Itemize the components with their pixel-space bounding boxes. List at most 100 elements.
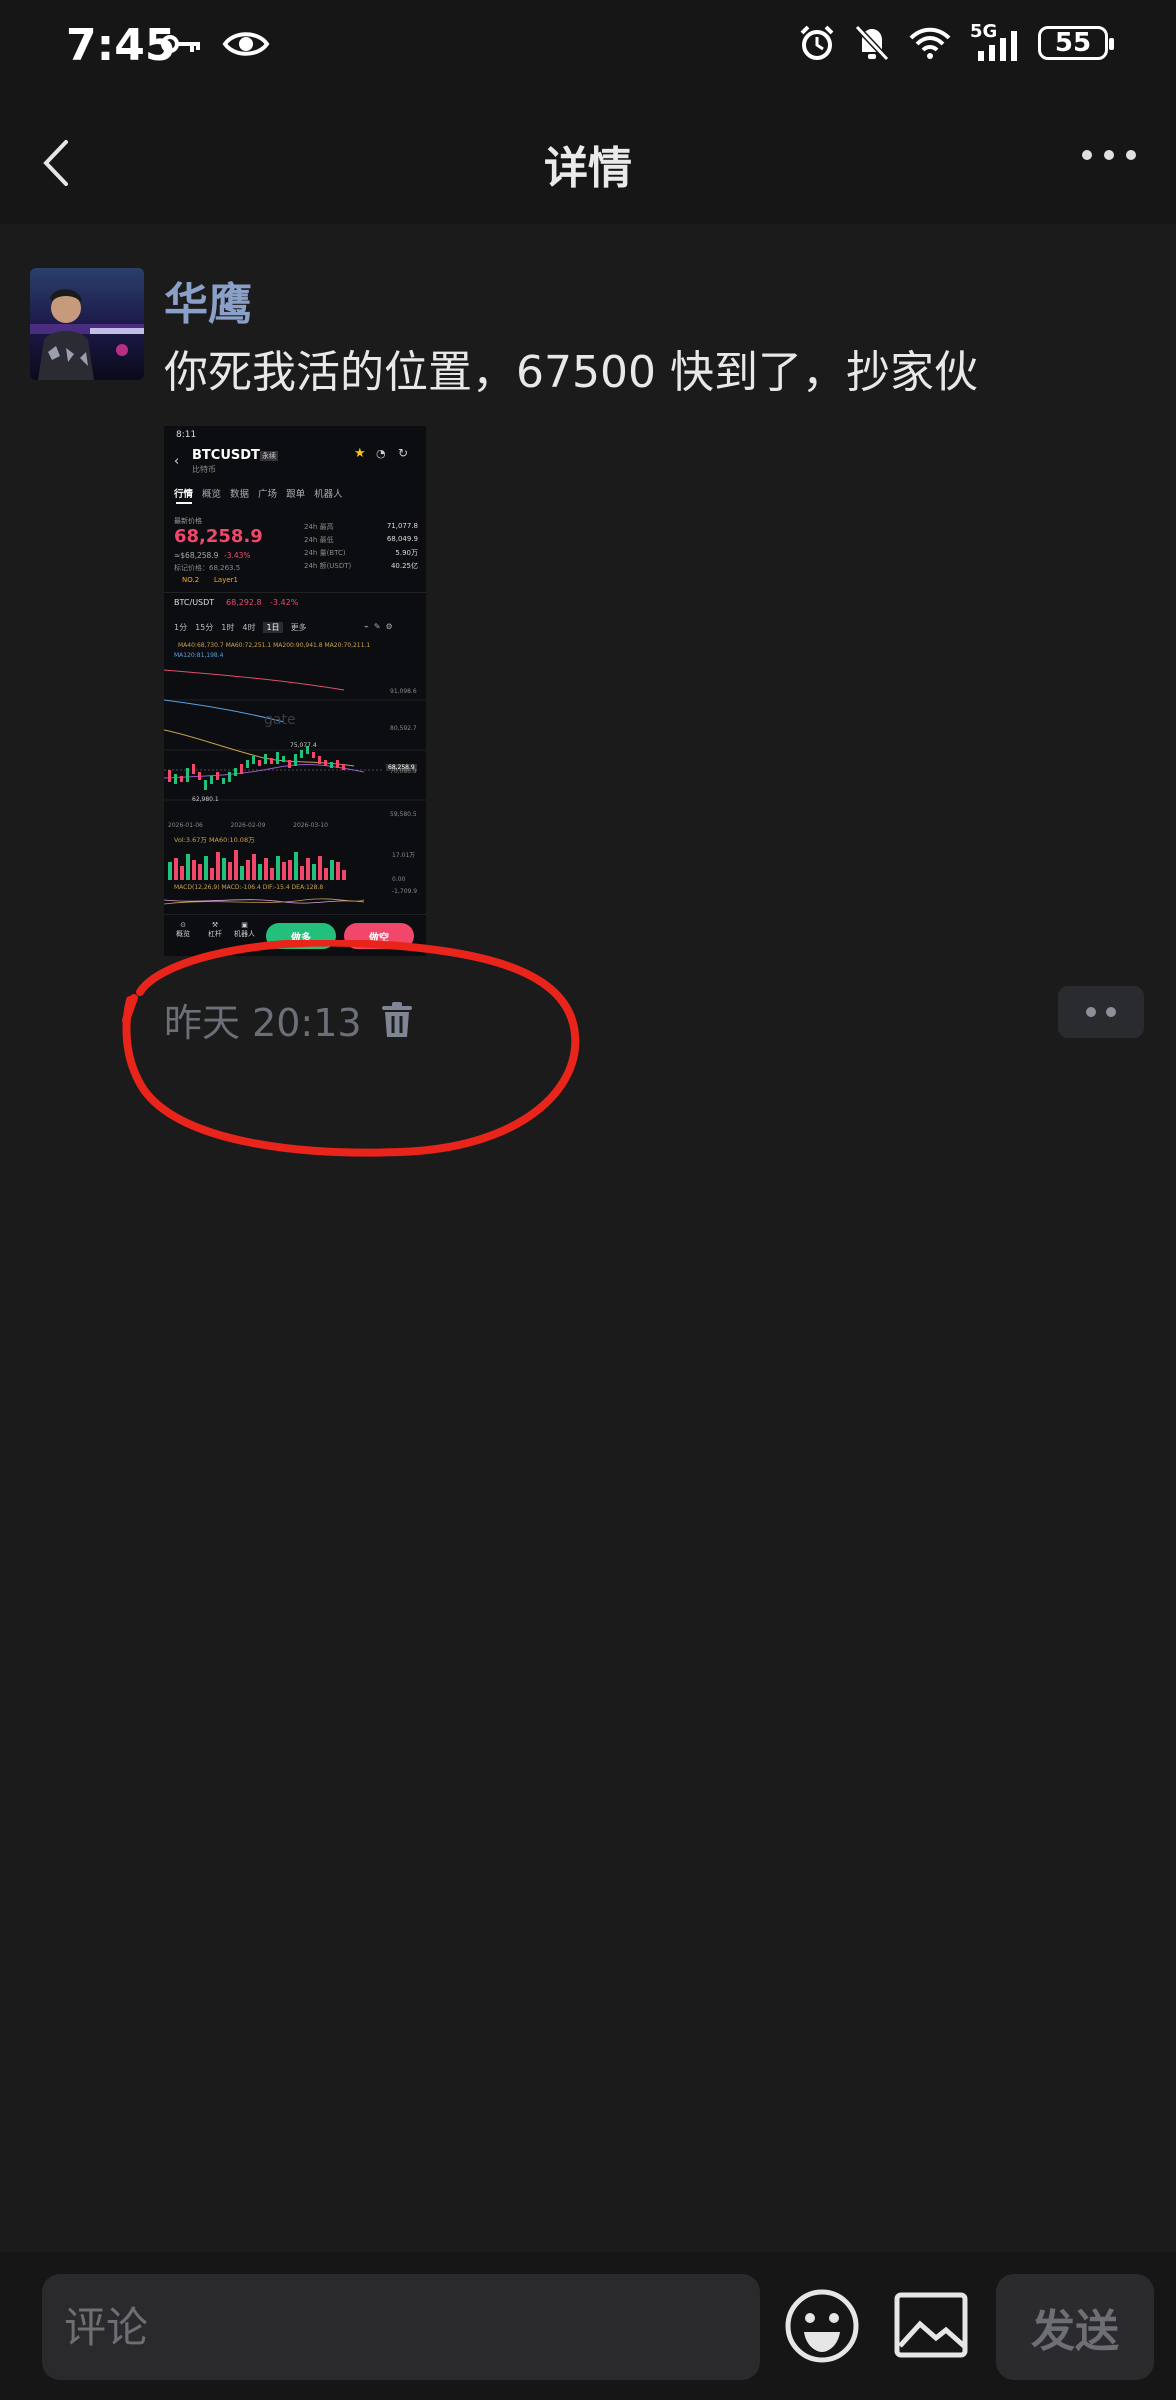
shot-tab: 数据 — [230, 489, 250, 500]
shot-stat-label: 24h 最高 — [304, 523, 334, 531]
shot-timeframe: 1分 — [174, 623, 188, 632]
cellular-icon: 5G — [970, 21, 1020, 61]
shot-volume-bar — [270, 868, 274, 880]
mute-bell-icon — [854, 24, 890, 62]
shot-perp-tag: 永续 — [260, 451, 278, 461]
shot-stat-label: 24h 量(BTC) — [304, 549, 346, 557]
shot-volume-bar — [282, 862, 286, 880]
shot-stat-row: 24h 额(USDT) 40.25亿 — [304, 561, 418, 571]
shot-status-time: 8:11 — [176, 430, 197, 440]
shot-volume-bar — [180, 866, 184, 880]
emoji-icon[interactable] — [784, 2288, 860, 2364]
page-title: 详情 — [544, 143, 632, 194]
post-image[interactable]: 8:11 ‹ BTCUSDT 永续 比特币 ★ ◔ ↻ 行情 概览 数据 广场 跟单 机器… — [164, 426, 426, 956]
shot-date-tick: 2026-03-10 — [293, 822, 328, 829]
shot-stat-value: 71,077.8 — [386, 522, 418, 530]
shot-volume-bar — [294, 852, 298, 880]
shot-candlestick-chart — [164, 669, 426, 801]
shot-bell-icon: ◔ — [376, 447, 386, 460]
shot-axis-tick: 91,098.6 — [390, 688, 417, 695]
shot-stat-value: 68,049.9 — [386, 535, 418, 543]
shot-volume-bar — [228, 862, 232, 880]
shot-volume-bar — [300, 866, 304, 880]
shot-tab: 广场 — [258, 489, 278, 500]
shot-change: -3.43% — [224, 551, 251, 560]
shot-timeframe: 1时 — [221, 623, 235, 632]
shot-vol-axis: 17.01万 0.00 — [392, 844, 415, 892]
shot-stat-row: 24h 最高 71,077.8 — [304, 522, 418, 532]
shot-coin-name: 比特币 — [192, 465, 216, 474]
shot-volume-bar — [192, 860, 196, 880]
shot-timeframe: 更多 — [290, 623, 307, 632]
key-icon — [161, 35, 200, 53]
shot-spot-price: 68,292.8 — [226, 598, 262, 607]
shot-macd-label: MACD(12,26,9) MACD:-106.4 DIF:-15.4 DEA:… — [174, 884, 324, 891]
shot-axis-tick: 70,086.9 — [390, 768, 417, 775]
shot-volume-bar — [210, 868, 214, 880]
shot-volume-bar — [306, 858, 310, 880]
shot-date-tick: 2026-01-06 — [168, 822, 203, 829]
shot-vol-tick: 17.01万 — [392, 852, 416, 859]
shot-leverage-nav: ⚒ 杠杆 — [208, 921, 222, 938]
shot-spot-pair: BTC/USDT — [174, 598, 215, 607]
author-name[interactable]: 华鹰 — [164, 268, 252, 332]
shot-last-price-label: 最新价格 — [174, 517, 202, 525]
shot-star-icon: ★ — [354, 446, 366, 461]
shot-volume-bar — [222, 858, 226, 880]
shot-macd-axis: -1,709.9 — [392, 888, 417, 895]
shot-volume-bar — [186, 854, 190, 880]
eye-icon — [222, 32, 270, 56]
status-bar: 7:45 5G 55 — [0, 0, 1176, 100]
shot-timeframe: 4时 — [242, 623, 256, 632]
shot-pair: BTCUSDT — [192, 448, 260, 463]
shot-price-sub: ≈$68,258.9 — [174, 551, 219, 560]
shot-timeframe: 15分 — [195, 623, 214, 632]
shot-stat-row: 24h 量(BTC) 5.90万 — [304, 548, 418, 558]
shot-volume-bar — [246, 860, 250, 880]
shot-overview-nav: ⊙ 概览 — [176, 921, 190, 938]
post-more-button[interactable] — [1058, 986, 1144, 1038]
shot-volume-bar — [204, 856, 208, 880]
status-right-icons: 5G 55 — [798, 21, 1114, 62]
status-left-icons — [160, 28, 270, 60]
shot-layer-tag: Layer1 — [214, 576, 238, 584]
shot-volume-bar — [258, 864, 262, 880]
shot-volume-bar — [264, 858, 268, 880]
send-button[interactable]: 发送 — [996, 2274, 1154, 2380]
shot-candles — [168, 746, 345, 790]
shot-tab: 概览 — [202, 489, 222, 500]
shot-macd-chart — [164, 898, 364, 905]
shot-tab: 跟单 — [286, 489, 306, 500]
more-options-icon[interactable] — [1082, 150, 1136, 160]
comment-input[interactable] — [42, 2274, 760, 2380]
shot-volume-bar — [240, 866, 244, 880]
shot-volume-bar — [342, 870, 346, 880]
shot-stat-value: 40.25亿 — [390, 562, 418, 570]
shot-volume-bar — [312, 864, 316, 880]
shot-axis-tick: 80,592.7 — [390, 725, 417, 732]
shot-volume-bar — [330, 860, 334, 880]
wifi-icon — [909, 27, 951, 59]
shot-volume-bar — [174, 858, 178, 880]
shot-volume-bar — [288, 860, 292, 880]
shot-low-marker: 62,980.1 — [192, 796, 219, 803]
shot-tabs: 行情 概览 数据 广场 跟单 机器人 — [174, 486, 343, 500]
shot-volume-bar — [252, 854, 256, 880]
shot-volume-bar — [318, 856, 322, 880]
shot-vol-label: Vol:3.67万 MA60:10.08万 — [174, 836, 255, 844]
shot-stat-label: 24h 最低 — [304, 536, 334, 544]
shot-refresh-icon: ↻ — [398, 446, 409, 460]
shot-back-icon: ‹ — [174, 454, 180, 469]
shot-volume-bar — [168, 862, 172, 880]
shot-volume-bar — [324, 868, 328, 880]
shot-stat-value: 5.90万 — [395, 549, 418, 557]
shot-tab: 行情 — [174, 489, 194, 500]
image-icon[interactable] — [894, 2292, 968, 2358]
shot-spot-change: -3.42% — [270, 598, 299, 607]
shot-volume-bar — [216, 852, 220, 880]
avatar[interactable] — [30, 268, 144, 380]
shot-stats: 24h 最高 71,077.8 24h 最低 68,049.9 24h 量(BTC) 5.… — [304, 522, 418, 574]
shot-ma-line2: MA120:81,198.4 — [174, 652, 224, 659]
shot-divider — [164, 592, 426, 593]
alarm-icon — [800, 25, 834, 60]
